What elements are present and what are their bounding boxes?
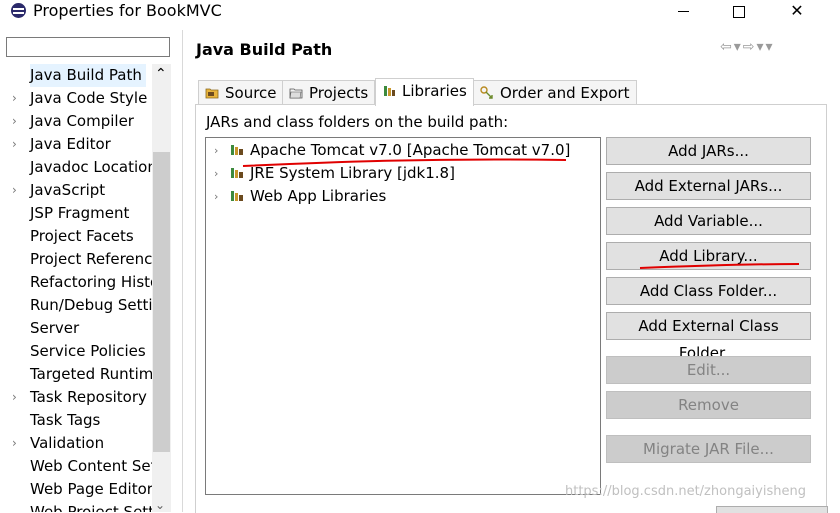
library-label: Apache Tomcat v7.0 [Apache Tomcat v7.0]: [250, 141, 571, 159]
tree-item-jsp-fragment[interactable]: JSP Fragment: [0, 202, 152, 225]
tree-item-label: Web Page Editor: [30, 480, 152, 498]
expand-arrow-icon[interactable]: ›: [12, 133, 24, 156]
tree-item-web-content-settings[interactable]: Web Content Settings: [0, 455, 152, 478]
tab-label: Projects: [309, 84, 369, 102]
tree-item-task-repository[interactable]: › Task Repository: [0, 386, 152, 409]
tree-item-label: Web Project Settings: [30, 503, 152, 512]
expand-arrow-icon[interactable]: ›: [12, 386, 24, 409]
close-button[interactable]: ✕: [774, 0, 820, 24]
tree-item-validation[interactable]: › Validation: [0, 432, 152, 455]
eclipse-app-icon: [11, 3, 26, 18]
remove-button[interactable]: Remove: [606, 391, 811, 419]
order-export-icon: [480, 86, 493, 99]
tree-item-java-code-style[interactable]: › Java Code Style: [0, 87, 152, 110]
tree-item-javadoc-location[interactable]: Javadoc Location: [0, 156, 152, 179]
tree-item-label: Task Tags: [30, 411, 101, 429]
tree-item-label: Java Code Style: [30, 89, 148, 107]
watermark-text: https://blog.csdn.net/zhongaiyisheng: [565, 484, 806, 499]
minimize-icon: [677, 11, 689, 12]
migrate-jar-file-button[interactable]: Migrate JAR File...: [606, 435, 811, 463]
expand-arrow-icon[interactable]: ›: [12, 87, 24, 110]
libraries-icon: [384, 86, 395, 96]
tree-item-label: Run/Debug Settings: [30, 296, 152, 314]
tree-item-label: Java Editor: [30, 135, 111, 153]
scroll-down-icon[interactable]: ⌄: [155, 498, 165, 512]
tree-item-label: Server: [30, 319, 80, 337]
libraries-tree: › Apache Tomcat v7.0 [Apache Tomcat v7.0…: [205, 137, 601, 495]
library-jar-icon: [231, 191, 243, 201]
tree-item-label: JavaScript: [30, 181, 106, 199]
edit-button[interactable]: Edit...: [606, 356, 811, 384]
tree-item-project-references[interactable]: Project References: [0, 248, 152, 271]
tree-item-label: Service Policies: [30, 342, 146, 360]
tab-label: Order and Export: [500, 84, 630, 102]
tree-item-web-page-editor[interactable]: Web Page Editor: [0, 478, 152, 501]
library-label: Web App Libraries: [250, 187, 387, 205]
scroll-up-icon[interactable]: ⌃: [155, 66, 167, 82]
pane-splitter[interactable]: [182, 30, 183, 512]
tree-item-label: Web Content Settings: [30, 457, 152, 475]
history-nav-icons[interactable]: ⇦▾⇨▾▾: [720, 39, 775, 55]
tab-source[interactable]: Source: [198, 80, 284, 105]
tab-libraries[interactable]: Libraries: [375, 78, 474, 106]
minimize-button[interactable]: [660, 0, 706, 24]
expand-arrow-icon[interactable]: ›: [214, 139, 218, 162]
add-class-folder-button[interactable]: Add Class Folder...: [606, 277, 811, 305]
projects-folder-icon: [289, 88, 303, 99]
tab-label: Libraries: [402, 82, 467, 100]
add-variable-button[interactable]: Add Variable...: [606, 207, 811, 235]
tree-item-javascript[interactable]: › JavaScript: [0, 179, 152, 202]
tree-item-targeted-runtimes[interactable]: Targeted Runtimes: [0, 363, 152, 386]
add-jars-button[interactable]: Add JARs...: [606, 137, 811, 165]
tree-item-web-project-settings[interactable]: Web Project Settings: [0, 501, 152, 512]
scrollbar-thumb[interactable]: [153, 152, 170, 452]
tree-scrollbar[interactable]: ⌃ ⌄: [152, 64, 171, 512]
tree-item-task-tags[interactable]: Task Tags: [0, 409, 152, 432]
property-pages-tree: Java Build Path › Java Code Style › Java…: [0, 64, 172, 512]
build-path-caption: JARs and class folders on the build path…: [206, 113, 509, 131]
add-external-class-folder-button[interactable]: Add External Class Folder...: [606, 312, 811, 362]
tab-label: Source: [225, 84, 277, 102]
tree-item-label: JSP Fragment: [30, 204, 130, 222]
title-bar: Properties for BookMVC ✕: [0, 0, 840, 24]
expand-arrow-icon[interactable]: ›: [214, 162, 218, 185]
tree-item-label: Validation: [30, 434, 105, 452]
tree-item-run-debug-settings[interactable]: Run/Debug Settings: [0, 294, 152, 317]
tree-item-java-build-path[interactable]: Java Build Path: [0, 64, 152, 87]
tree-item-service-policies[interactable]: Service Policies: [0, 340, 152, 363]
library-jar-icon: [231, 145, 243, 155]
tree-item-label: Task Repository: [30, 388, 147, 406]
tab-projects[interactable]: Projects: [282, 80, 376, 105]
tree-item-label: Java Compiler: [30, 112, 134, 130]
expand-arrow-icon[interactable]: ›: [12, 179, 24, 202]
tree-item-project-facets[interactable]: Project Facets: [0, 225, 152, 248]
maximize-icon: [733, 5, 745, 18]
tree-item-refactoring-history[interactable]: Refactoring History: [0, 271, 152, 294]
window-title: Properties for BookMVC: [33, 1, 222, 20]
tab-order-and-export[interactable]: Order and Export: [473, 80, 637, 105]
expand-arrow-icon[interactable]: ›: [214, 185, 218, 208]
page-title: Java Build Path: [196, 40, 333, 59]
tree-item-server[interactable]: Server: [0, 317, 152, 340]
tree-item-label: Project References: [30, 250, 152, 268]
expand-arrow-icon[interactable]: ›: [12, 432, 24, 455]
tree-item-label: Javadoc Location: [30, 158, 152, 176]
maximize-button[interactable]: [716, 0, 762, 24]
tree-item-java-compiler[interactable]: › Java Compiler: [0, 110, 152, 133]
add-external-jars-button[interactable]: Add External JARs...: [606, 172, 811, 200]
expand-arrow-icon[interactable]: ›: [12, 110, 24, 133]
library-jar-icon: [231, 168, 243, 178]
add-library-button[interactable]: Add Library...: [606, 242, 811, 270]
tree-item-label: Java Build Path: [30, 64, 146, 87]
library-label: JRE System Library [jdk1.8]: [250, 164, 455, 182]
tree-item-label: Targeted Runtimes: [30, 365, 152, 383]
tree-item-label: Project Facets: [30, 227, 134, 245]
tree-item-label: Refactoring History: [30, 273, 152, 291]
tree-item-java-editor[interactable]: › Java Editor: [0, 133, 152, 156]
source-folder-icon: [205, 88, 219, 99]
filter-input[interactable]: [6, 37, 170, 57]
